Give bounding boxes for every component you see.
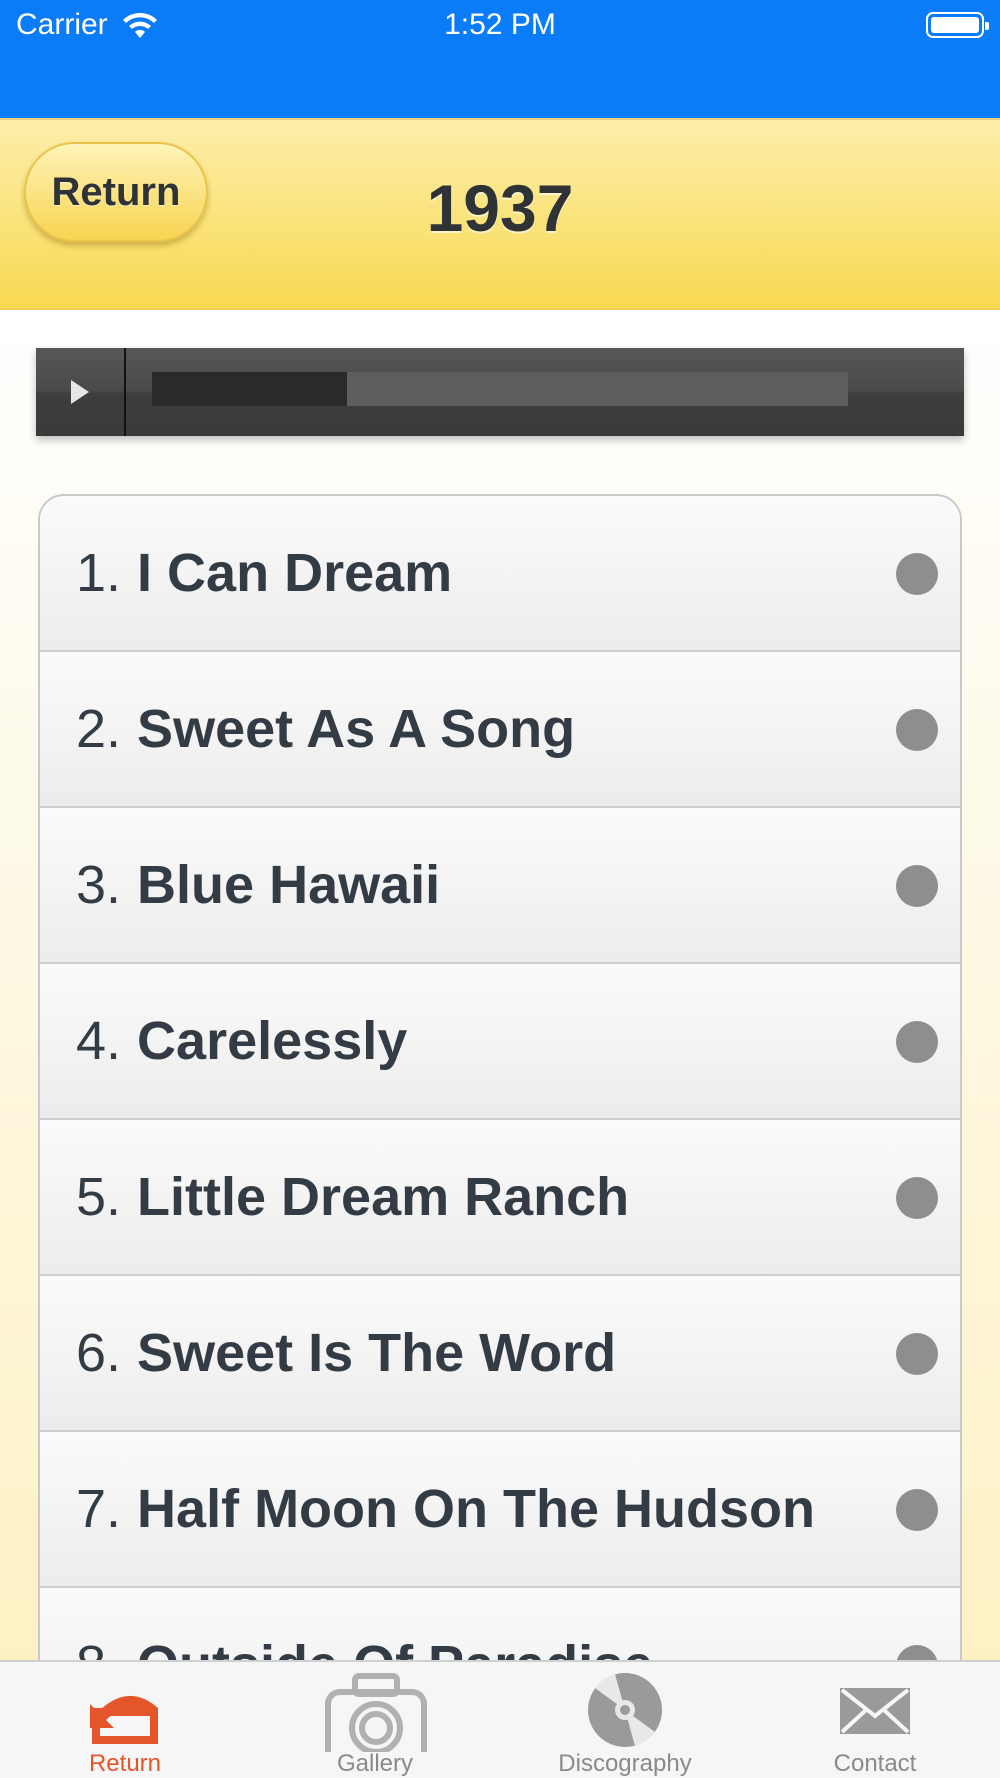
battery-icon [926,12,989,38]
tab-label: Return [88,1750,162,1777]
page-title: 1937 [426,171,574,245]
track-title: Sweet Is The Word [137,1323,617,1383]
track-number: 2. [76,699,122,759]
clock: 1:52 PM [444,8,556,41]
tab-contact[interactable]: Contact [750,1662,1000,1778]
tab-bar: Return Gallery Discography Contact [0,1660,1000,1778]
progress-track[interactable] [152,372,848,406]
track-row[interactable]: 7. Half Moon On The Hudson [40,1432,960,1588]
track-row[interactable]: 4. Carelessly [40,964,960,1120]
disc-icon [500,1668,750,1752]
track-row[interactable]: 3. Blue Hawaii [40,808,960,964]
return-arrow-icon [0,1668,250,1752]
track-title: Half Moon On The Hudson [137,1479,815,1539]
tab-label: Discography [558,1750,692,1777]
track-number: 7. [76,1479,122,1539]
content-area: 1. I Can Dream 2. Sweet As A Song 3. Blue Haw… [0,310,1000,1694]
track-list: 1. I Can Dream 2. Sweet As A Song 3. Blue Haw… [38,494,962,1694]
status-dot-icon [896,1021,938,1063]
tab-label: Gallery [336,1750,414,1777]
track-row[interactable]: 2. Sweet As A Song [40,652,960,808]
track-title: Carelessly [137,1011,408,1071]
status-dot-icon [896,1333,938,1375]
status-dot-icon [896,553,938,595]
track-row[interactable]: 1. I Can Dream [40,496,960,652]
audio-player [36,348,964,436]
tab-discography[interactable]: Discography [500,1662,750,1778]
track-number: 6. [76,1323,122,1383]
status-dot-icon [896,1177,938,1219]
track-title: Blue Hawaii [137,855,441,915]
track-row[interactable]: 6. Sweet Is The Word [40,1276,960,1432]
envelope-icon [750,1668,1000,1752]
status-dot-icon [896,1489,938,1531]
track-row[interactable]: 5. Little Dream Ranch [40,1120,960,1276]
track-number: 3. [76,855,122,915]
status-bar: Carrier 1:52 PM [0,0,1000,118]
tab-label: Contact [833,1750,917,1777]
track-number: 4. [76,1011,122,1071]
track-title: Little Dream Ranch [137,1167,630,1227]
status-dot-icon [896,709,938,751]
play-icon [71,380,89,404]
buffer-fill [152,372,347,406]
play-button[interactable] [36,348,126,436]
camera-icon [250,1668,500,1765]
track-number: 5. [76,1167,122,1227]
tab-gallery[interactable]: Gallery [250,1662,500,1778]
status-dot-icon [896,865,938,907]
track-title: Sweet As A Song [137,699,576,759]
track-title: I Can Dream [137,543,453,603]
header-bar: Return 1937 [0,118,1000,310]
tab-return[interactable]: Return [0,1662,250,1778]
track-number: 1. [76,543,122,603]
